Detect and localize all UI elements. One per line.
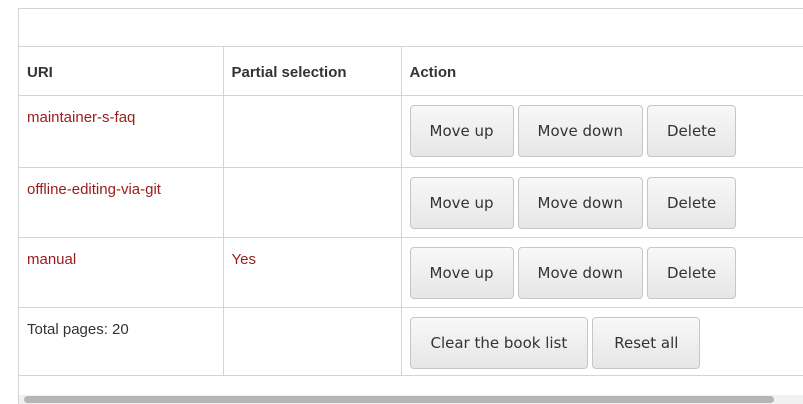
book-list-table: URI Partial selection Action maintainer-… xyxy=(19,47,803,376)
delete-button[interactable]: Delete xyxy=(647,104,737,157)
page-uri-link[interactable]: offline-editing-via-git xyxy=(27,181,161,198)
move-up-button[interactable]: Move up xyxy=(409,176,514,229)
uri-cell: offline-editing-via-git xyxy=(19,167,224,238)
action-cell: Move up Move down Delete xyxy=(401,167,803,238)
action-column-header: Action xyxy=(401,47,803,96)
page-uri-link[interactable]: manual xyxy=(27,251,76,268)
partial-selection-column-header: Partial selection xyxy=(223,47,402,96)
partial-selection-cell: Yes xyxy=(223,237,402,308)
table-header-row: URI Partial selection Action xyxy=(19,47,803,96)
delete-button[interactable]: Delete xyxy=(647,246,737,299)
reset-all-button[interactable]: Reset all xyxy=(592,316,701,369)
footer-action-cell: Clear the book list Reset all xyxy=(401,307,803,376)
clear-book-list-button[interactable]: Clear the book list xyxy=(409,316,589,369)
partial-selection-cell xyxy=(223,167,402,238)
empty-cell xyxy=(223,307,402,376)
uri-cell: maintainer-s-faq xyxy=(19,95,224,168)
horizontal-scrollbar[interactable] xyxy=(19,395,803,404)
totals-row: Total pages: 20 Clear the book list Reset… xyxy=(19,307,803,376)
partial-selection-cell xyxy=(223,95,402,168)
total-pages-text: Total pages: 20 xyxy=(27,320,129,338)
table-row: offline-editing-via-git Move up Move down… xyxy=(19,167,803,238)
table-row: manual Yes Move up Move down Delete xyxy=(19,237,803,308)
total-cell: Total pages: 20 xyxy=(19,307,224,376)
action-cell: Move up Move down Delete xyxy=(401,237,803,308)
table-row: maintainer-s-faq Move up Move down Delete xyxy=(19,95,803,168)
action-cell: Move up Move down Delete xyxy=(401,95,803,168)
move-up-button[interactable]: Move up xyxy=(409,246,514,299)
move-up-button[interactable]: Move up xyxy=(409,104,514,157)
move-down-button[interactable]: Move down xyxy=(517,104,643,157)
book-list-panel: URI Partial selection Action maintainer-… xyxy=(18,8,803,404)
partial-selection-value: Yes xyxy=(231,250,256,268)
scrollbar-thumb[interactable] xyxy=(24,396,774,403)
panel-top-bar xyxy=(19,9,803,47)
move-down-button[interactable]: Move down xyxy=(517,246,643,299)
delete-button[interactable]: Delete xyxy=(647,176,737,229)
uri-column-header: URI xyxy=(19,47,224,96)
move-down-button[interactable]: Move down xyxy=(517,176,643,229)
uri-cell: manual xyxy=(19,237,224,308)
page-uri-link[interactable]: maintainer-s-faq xyxy=(27,109,135,126)
